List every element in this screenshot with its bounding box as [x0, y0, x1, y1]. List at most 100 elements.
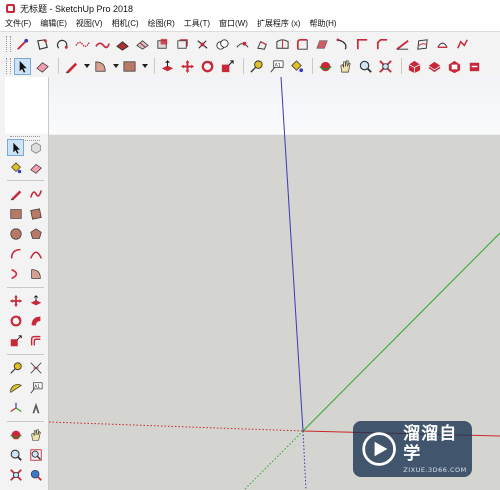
pan-button[interactable] — [337, 58, 354, 75]
extension-warehouse-icon — [428, 61, 441, 72]
extension-manager-button[interactable] — [466, 58, 483, 75]
round-corner-icon — [296, 38, 308, 50]
protractor-icon — [9, 383, 22, 393]
shapes-dropdown[interactable] — [141, 59, 148, 73]
menu-draw[interactable]: 绘图(R) — [143, 18, 179, 29]
extrude-button[interactable] — [434, 36, 451, 53]
line-dropdown[interactable] — [83, 59, 90, 73]
scale-button[interactable] — [219, 58, 236, 75]
profile-builder-button[interactable] — [454, 36, 471, 53]
follow-me-button[interactable] — [314, 36, 331, 53]
tape-measure-button[interactable] — [248, 58, 265, 75]
union-button[interactable] — [214, 36, 231, 53]
arc-button[interactable] — [92, 58, 109, 75]
rotated-rectangle-tool-button[interactable] — [27, 205, 44, 222]
toolbar-grip[interactable] — [6, 36, 11, 52]
dimension-tool-button[interactable] — [27, 359, 44, 376]
extrude-icon — [437, 42, 448, 48]
warehouse-icon — [408, 60, 421, 73]
zoom-extents-tool-button[interactable] — [7, 466, 24, 483]
menu-window[interactable]: 窗口(W) — [214, 18, 252, 29]
zoom-button[interactable] — [357, 58, 374, 75]
toolbar-grip[interactable] — [6, 58, 11, 74]
offset-tool-button[interactable] — [27, 332, 44, 349]
zoom-window-tool-button[interactable] — [27, 446, 44, 463]
pie-tool-button[interactable] — [27, 265, 44, 282]
rotate-tool-button[interactable] — [7, 312, 24, 329]
text-tool-button[interactable]: A1 — [27, 379, 44, 396]
outer-shell-button[interactable] — [174, 36, 191, 53]
select-button[interactable] — [14, 57, 31, 75]
menu-file[interactable]: 文件(F) — [0, 18, 35, 29]
solid-tools-button[interactable] — [154, 36, 171, 53]
subtract-button[interactable] — [234, 36, 251, 53]
layout-button[interactable] — [446, 58, 463, 75]
sandbox-drape-button[interactable] — [54, 36, 71, 53]
push-pull-button[interactable] — [159, 58, 176, 75]
menu-help[interactable]: 帮助(H) — [304, 18, 340, 29]
zoom-extents-button[interactable] — [377, 58, 394, 75]
text-button[interactable]: A1 — [268, 58, 285, 75]
move-icon — [180, 59, 195, 73]
sandbox-stamp-button[interactable] — [34, 36, 51, 53]
extension-warehouse-button[interactable] — [426, 58, 443, 75]
zoom-tool-button[interactable] — [7, 446, 24, 463]
intersect-button[interactable] — [194, 36, 211, 53]
component-tool-button[interactable] — [27, 139, 44, 156]
paint-bucket-button[interactable] — [288, 58, 305, 75]
chamfer-button[interactable] — [374, 36, 391, 53]
pan-tool-button[interactable] — [27, 426, 44, 443]
arc-tool-button[interactable] — [7, 245, 24, 262]
toolbar-separator — [154, 58, 155, 74]
large-toolset-toolbar: A1 — [0, 55, 500, 78]
rectangle-tool-button[interactable] — [7, 205, 24, 222]
tape-measure-tool-button[interactable] — [7, 359, 24, 376]
previous-view-tool-button[interactable] — [27, 466, 44, 483]
circle-tool-button[interactable] — [7, 225, 24, 242]
menu-tools[interactable]: 工具(T) — [179, 18, 214, 29]
arc-dropdown[interactable] — [112, 59, 119, 73]
freehand-tool-button[interactable] — [27, 185, 44, 202]
surface-tool-button[interactable] — [414, 36, 431, 53]
eraser-button[interactable] — [34, 58, 51, 75]
menu-edit[interactable]: 编辑(E) — [35, 18, 71, 29]
slope-button[interactable] — [394, 36, 411, 53]
two-point-arc-tool-button[interactable] — [27, 245, 44, 262]
flip-edge-button[interactable] — [134, 36, 151, 53]
polygon-tool-button[interactable] — [27, 225, 44, 242]
round-corner-button[interactable] — [294, 36, 311, 53]
rectangle-button[interactable] — [121, 58, 138, 75]
protractor-tool-button[interactable] — [7, 379, 24, 396]
paint-tool-button[interactable] — [7, 159, 24, 176]
scale-tool-button[interactable] — [7, 332, 24, 349]
line-tool-button[interactable] — [7, 185, 24, 202]
axes-tool-button[interactable] — [7, 399, 24, 416]
flip-edge-icon — [136, 39, 149, 50]
sandbox-from-contours-button[interactable] — [74, 36, 91, 53]
3d-warehouse-button[interactable] — [406, 58, 423, 75]
push-pull-tool-button[interactable] — [27, 292, 44, 309]
three-point-arc-tool-button[interactable] — [7, 265, 24, 282]
profile-icon — [457, 38, 468, 49]
orbit-tool-button[interactable] — [7, 426, 24, 443]
rectangle-icon — [9, 208, 22, 219]
sandbox-from-scratch-button[interactable] — [94, 36, 111, 53]
curve-button[interactable] — [334, 36, 351, 53]
rotate-button[interactable] — [199, 58, 216, 75]
eraser-tool-button[interactable] — [27, 159, 44, 176]
follow-me-tool-button[interactable] — [27, 312, 44, 329]
trim-button[interactable] — [254, 36, 271, 53]
menu-extensions[interactable]: 扩展程序 (x) — [252, 18, 305, 29]
bevel-button[interactable] — [354, 36, 371, 53]
orbit-button[interactable] — [317, 58, 334, 75]
move-tool-button[interactable] — [7, 292, 24, 309]
add-detail-button[interactable] — [114, 36, 131, 53]
3d-text-tool-button[interactable] — [27, 399, 44, 416]
move-button[interactable] — [179, 58, 196, 75]
menu-view[interactable]: 视图(V) — [71, 18, 107, 29]
menu-camera[interactable]: 相机(C) — [107, 18, 143, 29]
split-button[interactable] — [274, 36, 291, 53]
line-button[interactable] — [63, 58, 80, 75]
select-tool-button[interactable] — [7, 139, 24, 156]
sandbox-smoove-button[interactable] — [14, 36, 31, 53]
